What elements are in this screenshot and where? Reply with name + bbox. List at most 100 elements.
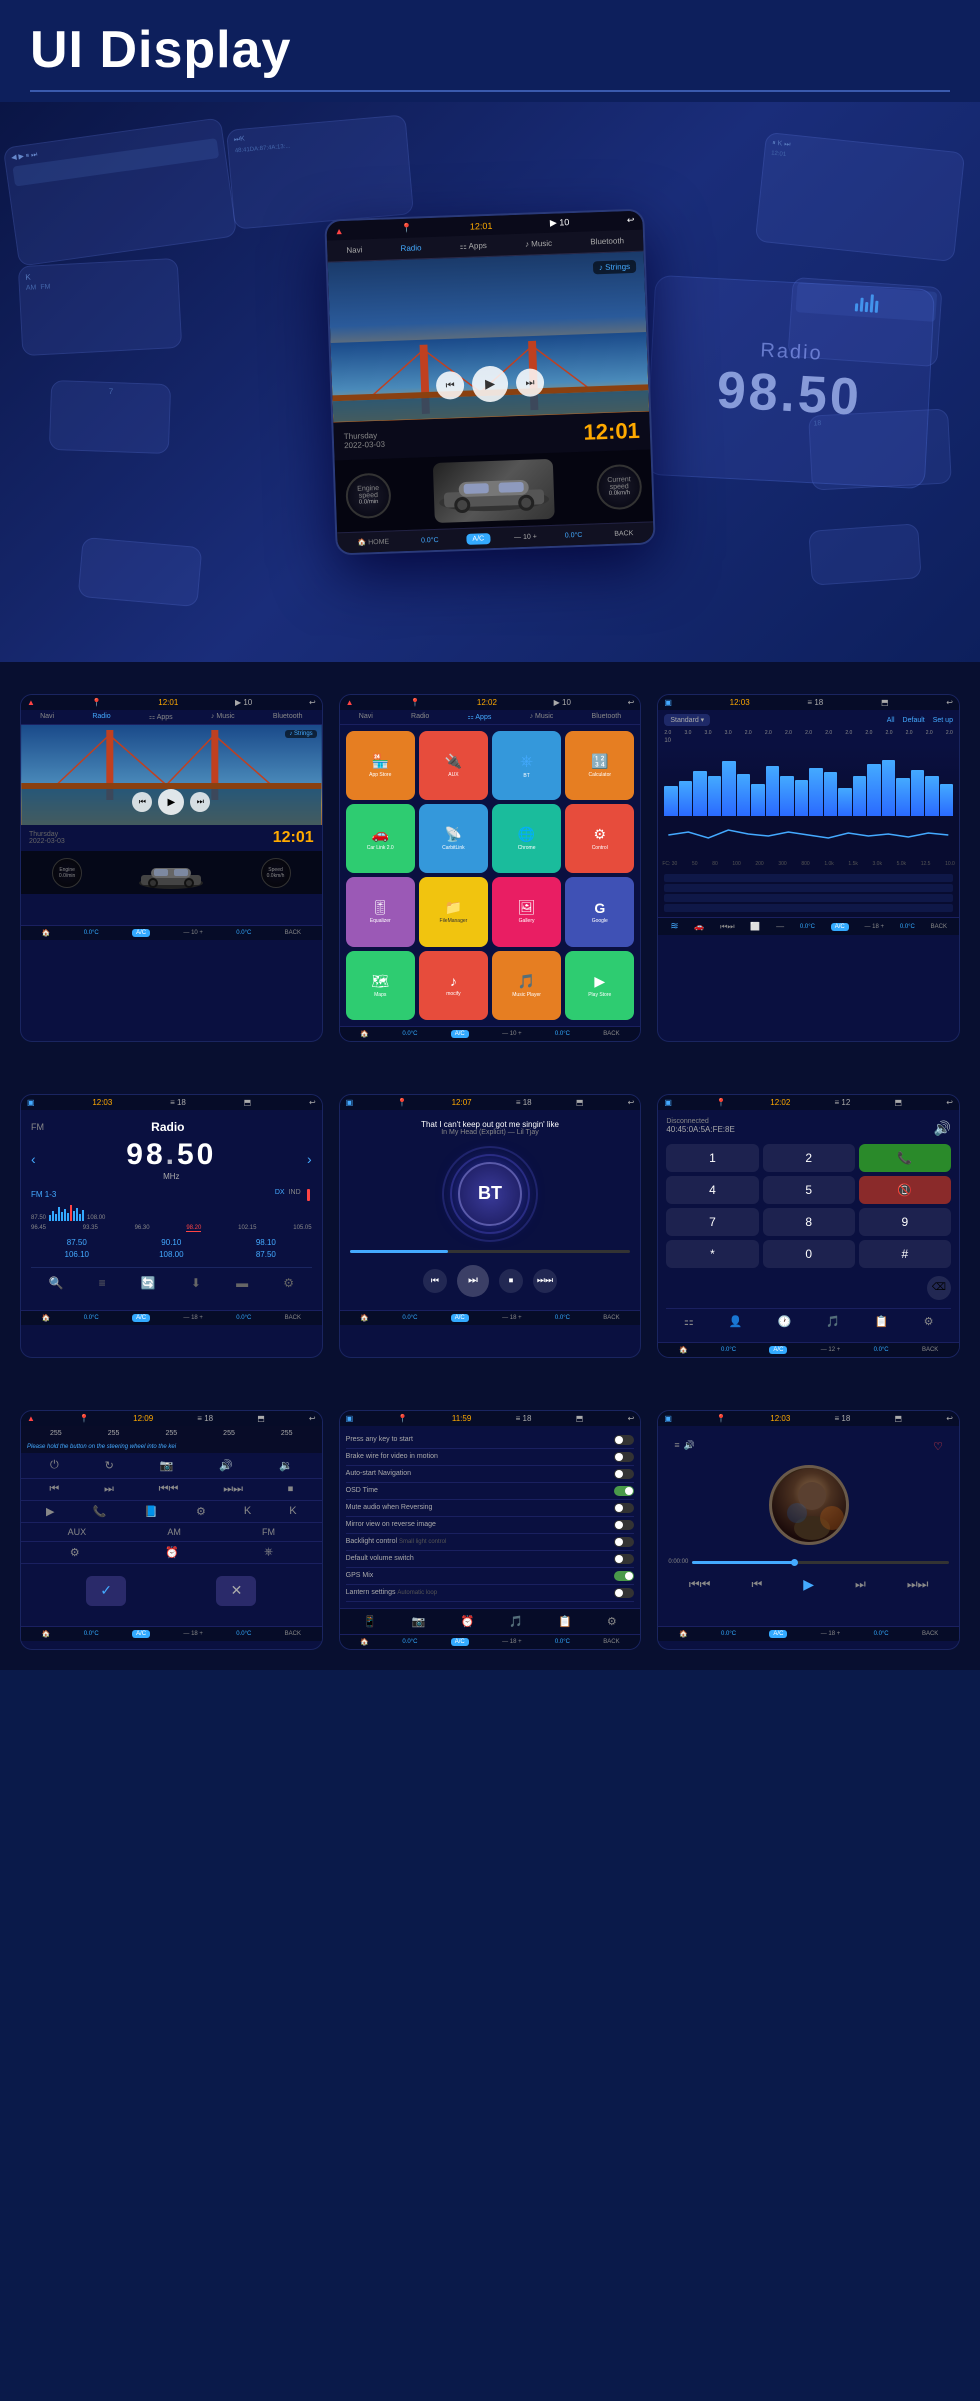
app-mocify[interactable]: ♪mocify: [419, 951, 488, 1020]
home-icon-sc7[interactable]: 🏠: [42, 1630, 51, 1638]
back-btn-sc9[interactable]: BACK: [922, 1631, 938, 1637]
record-icon[interactable]: ▬: [236, 1276, 248, 1290]
dial-end[interactable]: 📵: [859, 1176, 951, 1204]
toggle-defvol[interactable]: [614, 1554, 634, 1564]
settings-icon-phone[interactable]: ⚙: [924, 1315, 934, 1328]
music-fwd-btn[interactable]: ⏭⏭: [907, 1577, 929, 1592]
gear-icon2[interactable]: ⚙: [607, 1615, 617, 1628]
back-btn-sc4[interactable]: BACK: [285, 1315, 301, 1321]
app-filemanager[interactable]: 📁FileManager: [419, 877, 488, 946]
app-maps[interactable]: 🗺Maps: [346, 951, 415, 1020]
refresh-icon[interactable]: 🔄: [141, 1276, 156, 1290]
settings-icon[interactable]: ⚙: [283, 1276, 294, 1290]
dial-call[interactable]: 📞: [859, 1144, 951, 1172]
phone-icon[interactable]: 📱: [363, 1615, 377, 1628]
app-store[interactable]: 🏪App Store: [346, 731, 415, 800]
note-icon[interactable]: 🎵: [509, 1615, 523, 1628]
screenshot-icon[interactable]: 📷: [160, 1459, 174, 1472]
dial-9[interactable]: 9: [859, 1208, 951, 1236]
bt-fwd-btn[interactable]: ⏭⏭: [533, 1269, 557, 1293]
app-playstore[interactable]: ▶Play Store: [565, 951, 634, 1020]
toggle-lantern[interactable]: [614, 1588, 634, 1598]
toggle-muteaudio[interactable]: [614, 1503, 634, 1513]
bt-play-btn[interactable]: ⏭: [457, 1265, 489, 1297]
toggle-backlight[interactable]: [614, 1537, 634, 1547]
power-icon[interactable]: ⏻: [50, 1459, 59, 1472]
folder-icon[interactable]: 📋: [875, 1315, 889, 1328]
app-google[interactable]: GGoogle: [565, 877, 634, 946]
dial-8[interactable]: 8: [763, 1208, 855, 1236]
home-icon-sc5[interactable]: 🏠: [360, 1314, 369, 1322]
clock-icon[interactable]: ⏰: [461, 1615, 475, 1628]
search-icon[interactable]: 🔍: [49, 1276, 64, 1290]
music-icon[interactable]: 🎵: [826, 1315, 840, 1328]
hero-play-btn[interactable]: ▶: [471, 365, 508, 402]
toggle-osdtime[interactable]: [614, 1486, 634, 1496]
vol-up-icon[interactable]: 🔊: [219, 1459, 233, 1472]
home-icon-sc8[interactable]: 🏠: [360, 1638, 369, 1646]
freq-down-btn[interactable]: ‹: [31, 1151, 36, 1167]
dial-star[interactable]: *: [666, 1240, 758, 1268]
bt-progress[interactable]: [350, 1250, 631, 1253]
backspace-icon[interactable]: ⌫: [927, 1276, 951, 1300]
confirm-btn[interactable]: ✓: [86, 1576, 126, 1606]
back-btn-sc8[interactable]: BACK: [603, 1639, 619, 1645]
back-btn-sc6[interactable]: BACK: [922, 1347, 938, 1353]
download-icon[interactable]: ⬇: [191, 1276, 201, 1290]
dial-7[interactable]: 7: [666, 1208, 758, 1236]
music-play-btn[interactable]: ▶: [803, 1576, 814, 1593]
back-btn-sc1[interactable]: BACK: [285, 930, 301, 936]
contacts-icon[interactable]: 👤: [729, 1315, 743, 1328]
back-btn[interactable]: BACK: [610, 527, 637, 539]
nav-apps[interactable]: ⚏ Apps: [453, 239, 493, 253]
list-icon2[interactable]: ≡: [674, 1440, 679, 1453]
music-next-btn[interactable]: ⏭: [855, 1577, 866, 1592]
home-icon-sc4[interactable]: 🏠: [42, 1314, 51, 1322]
toggle-autonav[interactable]: [614, 1469, 634, 1479]
home-icon-sc9[interactable]: 🏠: [679, 1630, 688, 1638]
app-calculator[interactable]: 🔢Calculator: [565, 731, 634, 800]
back-btn-sc5[interactable]: BACK: [603, 1315, 619, 1321]
music-rew-btn[interactable]: ⏮⏮: [689, 1577, 711, 1592]
app-carlink[interactable]: 🚗Car Link 2.0: [346, 804, 415, 873]
clip-icon[interactable]: 📋: [558, 1615, 572, 1628]
heart-icon[interactable]: ♡: [933, 1440, 943, 1453]
app-musicplayer[interactable]: 🎵Music Player: [492, 951, 561, 1020]
dial-4[interactable]: 4: [666, 1176, 758, 1204]
back-btn-sc2[interactable]: BACK: [603, 1031, 619, 1037]
app-carbitlink[interactable]: 📡CarbitLink: [419, 804, 488, 873]
apps-icon[interactable]: ⚏: [684, 1315, 694, 1328]
back-btn-sc3[interactable]: BACK: [931, 924, 947, 930]
home-btn[interactable]: 🏠 HOME: [353, 535, 393, 548]
app-equalizer[interactable]: 🎚Equalizer: [346, 877, 415, 946]
freq-up-btn[interactable]: ›: [307, 1151, 312, 1167]
speaker-icon[interactable]: 🔊: [934, 1120, 951, 1137]
bt-stop-btn[interactable]: ⏹: [499, 1269, 523, 1293]
toggle-brakewire[interactable]: [614, 1452, 634, 1462]
nav-music[interactable]: ♪ Music: [519, 237, 559, 251]
home-icon[interactable]: 🏠: [42, 929, 51, 937]
vol-down-icon[interactable]: 🔉: [279, 1459, 293, 1472]
speaker-icon2[interactable]: 🔊: [684, 1440, 695, 1453]
app-gallery[interactable]: 🖼Gallery: [492, 877, 561, 946]
toggle-gpsmix[interactable]: [614, 1571, 634, 1581]
app-control[interactable]: ⚙Control: [565, 804, 634, 873]
music-prev-btn[interactable]: ⏮: [751, 1577, 762, 1592]
dial-hash[interactable]: #: [859, 1240, 951, 1268]
nav-radio[interactable]: Radio: [394, 241, 427, 255]
nav-navi[interactable]: Navi: [340, 243, 368, 257]
toggle-mirrorview[interactable]: [614, 1520, 634, 1530]
camera-icon[interactable]: 📷: [412, 1615, 426, 1628]
dial-5[interactable]: 5: [763, 1176, 855, 1204]
back-btn-sc7[interactable]: BACK: [285, 1631, 301, 1637]
dial-1[interactable]: 1: [666, 1144, 758, 1172]
hero-prev-btn[interactable]: ⏮: [436, 371, 465, 400]
nav-bluetooth[interactable]: Bluetooth: [584, 234, 630, 249]
recent-icon[interactable]: 🕐: [777, 1315, 791, 1328]
app-chrome[interactable]: 🌐Chrome: [492, 804, 561, 873]
app-aux[interactable]: 🔌AUX: [419, 731, 488, 800]
bt-rew-btn[interactable]: ⏮: [423, 1269, 447, 1293]
app-bt[interactable]: ⎈BT: [492, 731, 561, 800]
hero-next-btn[interactable]: ⏭: [516, 368, 545, 397]
home-icon-sc2[interactable]: 🏠: [360, 1030, 369, 1038]
